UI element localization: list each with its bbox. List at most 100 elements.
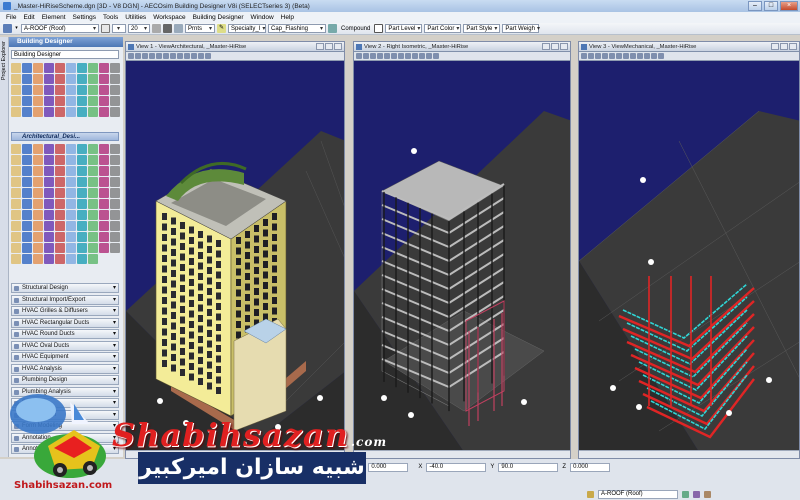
tool-button-icon[interactable] <box>88 177 98 187</box>
tool-button-icon[interactable] <box>33 155 43 165</box>
view-2-tool-icon[interactable] <box>433 53 439 59</box>
category-form-modeling[interactable]: Form Modeling <box>11 421 119 431</box>
category-hvac-grilles[interactable]: HVAC Grilles & Diffusers <box>11 306 119 316</box>
view-1-scrollbar[interactable] <box>126 450 344 458</box>
menu-edit[interactable]: Edit <box>23 14 34 21</box>
tool-button-icon[interactable] <box>99 221 109 231</box>
view-3-minimize-button[interactable] <box>771 43 779 50</box>
color-select-combo[interactable] <box>112 24 126 33</box>
tool-button-icon[interactable] <box>66 166 76 176</box>
panel-task-dropdown[interactable]: Building Designer <box>11 50 119 59</box>
view-1-tool-icon[interactable] <box>198 53 204 59</box>
tool-button-icon[interactable] <box>88 155 98 165</box>
tool-button-icon[interactable] <box>88 243 98 253</box>
tool-button-icon[interactable] <box>66 107 76 117</box>
active-family-combo[interactable]: A-ROOF (Roof) <box>21 24 99 33</box>
tool-button-icon[interactable] <box>110 96 120 106</box>
minimize-button[interactable]: – <box>748 1 762 11</box>
category-coordination[interactable]: Coordination <box>11 409 119 420</box>
view-2-tool-icon[interactable] <box>405 53 411 59</box>
tool-button-icon[interactable] <box>22 96 32 106</box>
tool-button-icon[interactable] <box>99 144 109 154</box>
tool-button-icon[interactable] <box>33 243 43 253</box>
tool-button-icon[interactable] <box>55 243 65 253</box>
tool-button-icon[interactable] <box>44 74 54 84</box>
view-3-tool-icon[interactable] <box>630 53 636 59</box>
tool-button-icon[interactable] <box>66 144 76 154</box>
tool-button-icon[interactable] <box>88 85 98 95</box>
compound-toggle-icon[interactable] <box>328 24 337 33</box>
view-3-close-button[interactable] <box>789 43 797 50</box>
view-3-tool-icon[interactable] <box>644 53 650 59</box>
tool-button-icon[interactable] <box>77 254 87 264</box>
view-2-tool-icon[interactable] <box>391 53 397 59</box>
tool-button-icon[interactable] <box>22 254 32 264</box>
tool-button-icon[interactable] <box>55 85 65 95</box>
level-value-combo[interactable]: 20 <box>128 24 150 33</box>
view-3-tool-icon[interactable] <box>651 53 657 59</box>
tool-button-icon[interactable] <box>88 210 98 220</box>
status-icon-a[interactable] <box>682 490 689 498</box>
view-1-architectural[interactable]: View 1 - ViewArchitectural, _Master-HiRi… <box>125 41 345 459</box>
line-weight-icon[interactable] <box>163 24 172 33</box>
view-3-tool-icon[interactable] <box>588 53 594 59</box>
view-1-tool-icon[interactable] <box>191 53 197 59</box>
tool-button-icon[interactable] <box>44 232 54 242</box>
tool-button-icon[interactable] <box>33 166 43 176</box>
tool-button-icon[interactable] <box>22 85 32 95</box>
tool-button-icon[interactable] <box>88 107 98 117</box>
view-1-maximize-button[interactable] <box>325 43 333 50</box>
tool-button-icon[interactable] <box>88 254 98 264</box>
view-1-tool-icon[interactable] <box>177 53 183 59</box>
tool-button-icon[interactable] <box>99 232 109 242</box>
tool-button-icon[interactable] <box>77 96 87 106</box>
view-2-tool-icon[interactable] <box>377 53 383 59</box>
tool-button-icon[interactable] <box>66 199 76 209</box>
tool-button-icon[interactable] <box>110 144 120 154</box>
y-field[interactable]: 90.0 <box>498 462 559 472</box>
tool-button-icon[interactable] <box>88 232 98 242</box>
tool-button-icon[interactable] <box>11 243 21 253</box>
part-style-select[interactable]: Part Style <box>463 24 501 33</box>
project-explorer-tab[interactable]: Project Explorer <box>1 41 7 80</box>
view-1-tool-icon[interactable] <box>149 53 155 59</box>
tool-button-icon[interactable] <box>33 107 43 117</box>
lock-icon[interactable] <box>587 490 594 498</box>
menu-utilities[interactable]: Utilities <box>125 14 146 21</box>
tool-button-icon[interactable] <box>55 74 65 84</box>
view-1-tool-icon[interactable] <box>128 53 134 59</box>
tool-button-icon[interactable] <box>110 85 120 95</box>
menu-settings[interactable]: Settings <box>73 14 97 21</box>
tool-button-icon[interactable] <box>110 177 120 187</box>
tool-button-icon[interactable] <box>44 144 54 154</box>
tool-button-icon[interactable] <box>55 144 65 154</box>
category-plumbing-design[interactable]: Plumbing Design <box>11 375 119 385</box>
part-color-select[interactable]: Part Color <box>424 24 462 33</box>
view-2-scrollbar[interactable] <box>354 450 570 458</box>
menu-element[interactable]: Element <box>42 14 66 21</box>
view-3-maximize-button[interactable] <box>780 43 788 50</box>
tool-button-icon[interactable] <box>77 232 87 242</box>
view-3-scrollbar[interactable] <box>579 450 799 458</box>
tool-button-icon[interactable] <box>88 166 98 176</box>
tool-button-icon[interactable] <box>77 155 87 165</box>
tool-button-icon[interactable] <box>11 96 21 106</box>
tool-button-icon[interactable] <box>66 221 76 231</box>
view-3-tool-icon[interactable] <box>658 53 664 59</box>
tool-button-icon[interactable] <box>22 63 32 73</box>
tool-button-icon[interactable] <box>66 254 76 264</box>
tool-button-icon[interactable] <box>11 85 21 95</box>
rotation-field[interactable]: 0.000 <box>368 462 409 472</box>
tool-button-icon[interactable] <box>11 155 21 165</box>
tool-button-icon[interactable] <box>110 107 120 117</box>
view-2-tool-icon[interactable] <box>363 53 369 59</box>
tool-button-icon[interactable] <box>22 155 32 165</box>
view-1-tool-icon[interactable] <box>205 53 211 59</box>
status-icon-b[interactable] <box>693 490 700 498</box>
tool-button-icon[interactable] <box>110 63 120 73</box>
view-2-tool-icon[interactable] <box>356 53 362 59</box>
close-button[interactable]: × <box>780 1 798 11</box>
tool-button-icon[interactable] <box>44 166 54 176</box>
menu-workspace[interactable]: Workspace <box>153 14 185 21</box>
tool-button-icon[interactable] <box>11 107 21 117</box>
